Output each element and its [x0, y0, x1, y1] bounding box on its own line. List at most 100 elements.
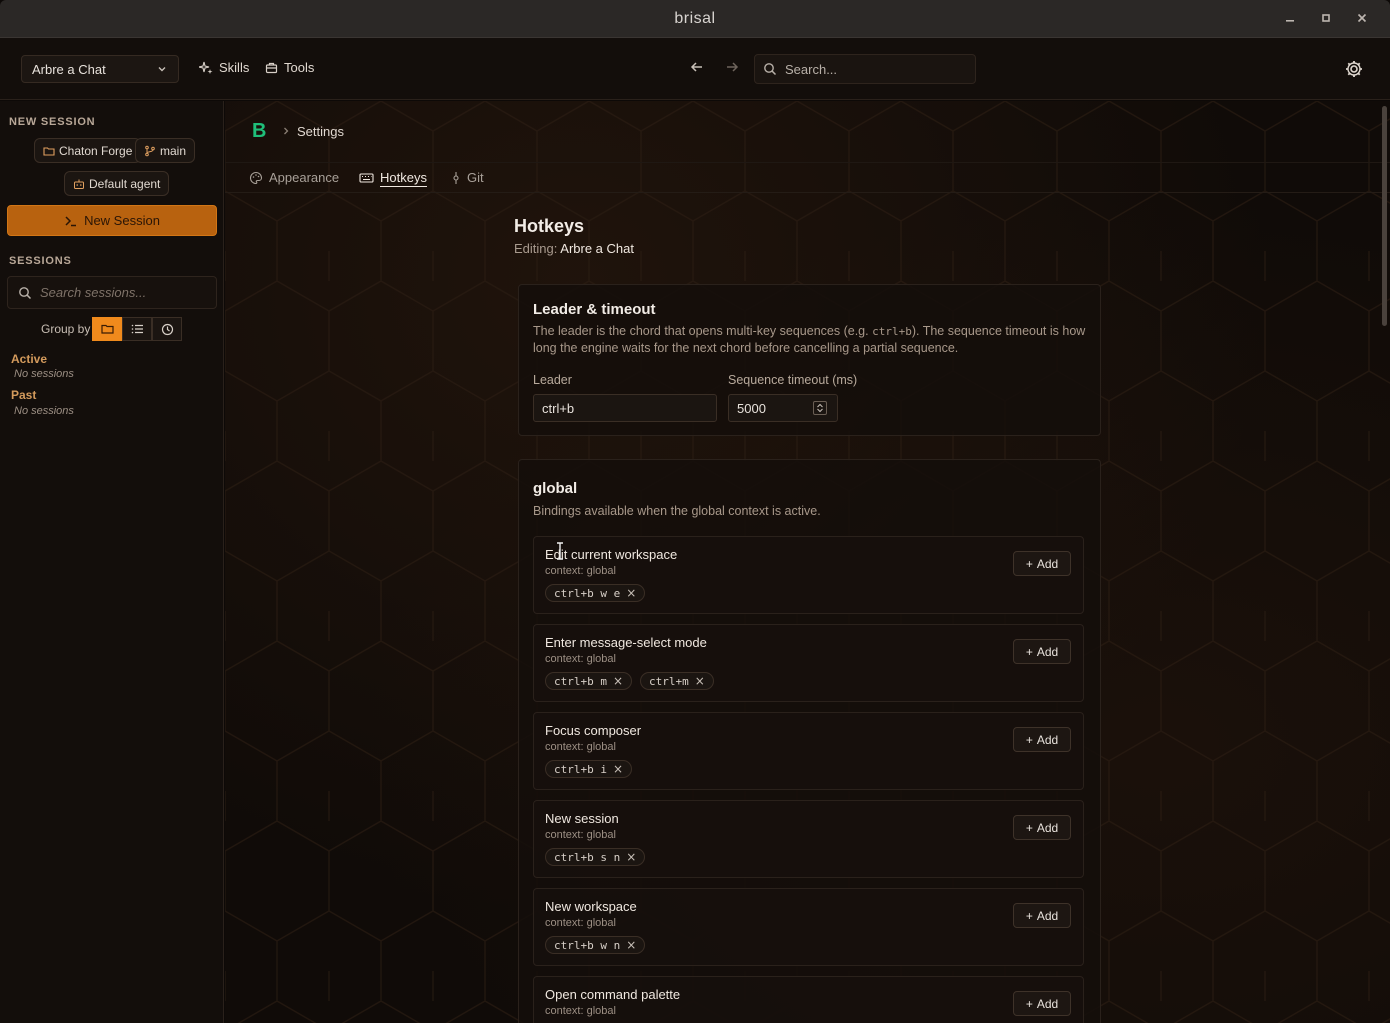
tools-label: Tools — [284, 60, 315, 75]
agent-chip-label: Default agent — [89, 176, 161, 191]
leader-label: Leader — [533, 373, 572, 387]
add-binding-button[interactable]: + Add — [1013, 727, 1071, 752]
global-search-input[interactable]: Search... — [754, 54, 976, 84]
binding-context: context: global — [545, 653, 616, 665]
add-binding-button[interactable]: + Add — [1013, 551, 1071, 576]
tools-link[interactable]: Tools — [265, 60, 314, 75]
add-binding-label: Add — [1036, 732, 1059, 747]
binding-item: New workspace context: global ctrl+b w n… — [533, 888, 1084, 966]
add-binding-label: Add — [1036, 996, 1059, 1011]
global-search-placeholder: Search... — [785, 61, 838, 77]
binding-context: context: global — [545, 741, 616, 753]
group-active-title: Active — [11, 352, 48, 366]
workspace-select-value: Arbre a Chat — [32, 61, 106, 77]
minimize-icon[interactable] — [1272, 11, 1308, 27]
folder-icon — [43, 146, 55, 156]
key-chip: ctrl+b w e × — [545, 584, 646, 602]
app-toolbar: Arbre a Chat Skills Tools Search... — [0, 38, 1390, 100]
add-binding-button[interactable]: + Add — [1013, 639, 1071, 664]
add-binding-label: Add — [1036, 820, 1059, 835]
add-binding-button[interactable]: + Add — [1013, 815, 1071, 840]
binding-context: context: global — [545, 1005, 616, 1017]
binding-context: context: global — [545, 829, 616, 841]
add-binding-button[interactable]: + Add — [1013, 991, 1071, 1016]
remove-key-icon[interactable]: × — [626, 586, 636, 600]
key-chip: ctrl+m × — [640, 672, 714, 690]
main-scrollbar[interactable] — [1382, 106, 1387, 326]
group-by-list-button[interactable] — [122, 317, 152, 341]
binding-keys: ctrl+b m × ctrl+m × — [545, 672, 714, 690]
list-icon — [131, 324, 143, 334]
gear-icon[interactable] — [1344, 59, 1364, 84]
binding-item: Focus composer context: global ctrl+b i ×… — [533, 712, 1084, 790]
key-chip: ctrl+b w n × — [545, 936, 646, 954]
number-stepper-icon[interactable] — [813, 401, 827, 415]
timeout-input-value: 5000 — [737, 400, 766, 416]
tab-appearance[interactable]: Appearance — [249, 170, 339, 185]
binding-keys: ctrl+b i × — [545, 760, 633, 778]
tab-hotkeys[interactable]: Hotkeys — [359, 170, 427, 185]
remove-key-icon[interactable]: × — [613, 762, 623, 776]
add-binding-label: Add — [1036, 556, 1059, 571]
key-chip-label: ctrl+b w e — [554, 586, 621, 600]
search-sessions-input[interactable]: Search sessions... — [7, 276, 217, 309]
tab-git-label: Git — [467, 170, 484, 185]
key-chip-label: ctrl+b m — [554, 674, 607, 688]
remove-key-icon[interactable]: × — [626, 938, 636, 952]
leader-input[interactable]: ctrl+b — [533, 394, 717, 422]
global-description: Bindings available when the global conte… — [533, 504, 821, 518]
timeout-input[interactable]: 5000 — [728, 394, 838, 422]
project-chip[interactable]: Chaton Forge — [34, 138, 142, 163]
plus-icon: + — [1025, 644, 1033, 659]
search-icon — [19, 286, 32, 299]
maximize-icon[interactable] — [1308, 11, 1344, 27]
leader-desc-code: ctrl+b — [872, 325, 912, 338]
text-cursor-icon — [555, 542, 565, 565]
key-chip: ctrl+b s n × — [545, 848, 646, 866]
agent-chip[interactable]: Default agent — [64, 171, 170, 196]
group-active-empty: No sessions — [14, 368, 74, 380]
plus-icon: + — [1025, 820, 1033, 835]
project-chip-label: Chaton Forge — [59, 143, 133, 158]
editing-info: Editing: Arbre a Chat — [514, 241, 634, 256]
skills-link[interactable]: Skills — [199, 60, 249, 75]
folder-icon — [100, 324, 114, 334]
remove-key-icon[interactable]: × — [626, 850, 636, 864]
group-by-folder-button[interactable] — [92, 317, 122, 341]
key-chip: ctrl+b i × — [545, 760, 633, 778]
add-binding-button[interactable]: + Add — [1013, 903, 1071, 928]
git-branch-icon — [145, 145, 155, 156]
workspace-select[interactable]: Arbre a Chat — [21, 55, 179, 83]
forward-arrow-icon[interactable] — [725, 60, 739, 78]
search-sessions-placeholder: Search sessions... — [40, 285, 147, 300]
remove-key-icon[interactable]: × — [613, 674, 623, 688]
branch-chip-label: main — [160, 143, 187, 158]
new-session-button[interactable]: New Session — [7, 205, 217, 236]
bot-icon — [74, 179, 84, 189]
key-chip-label: ctrl+b i — [554, 762, 607, 776]
git-commit-icon — [453, 171, 459, 184]
binding-keys: ctrl+b w e × — [545, 584, 646, 602]
palette-icon — [250, 171, 263, 184]
back-arrow-icon[interactable] — [690, 60, 704, 78]
editing-label: Editing: — [514, 241, 558, 256]
settings-tabs: Appearance Hotkeys Git — [225, 164, 1390, 193]
add-binding-label: Add — [1036, 908, 1059, 923]
group-by-time-button[interactable] — [152, 317, 182, 341]
binding-title: Enter message-select mode — [545, 635, 707, 650]
group-by-label: Group by — [41, 322, 91, 336]
sessions-heading: SESSIONS — [9, 255, 72, 267]
app-logo[interactable]: B — [252, 120, 266, 143]
breadcrumb: B Settings — [225, 101, 1390, 163]
group-past-title: Past — [11, 388, 37, 402]
toolbox-icon — [265, 62, 278, 74]
close-icon[interactable] — [1344, 11, 1380, 27]
remove-key-icon[interactable]: × — [695, 674, 705, 688]
branch-chip[interactable]: main — [135, 138, 196, 163]
chevron-right-icon — [281, 124, 291, 139]
settings-main: B Settings Appearance Hotkeys Git Hotkey… — [225, 101, 1390, 1023]
sidebar: NEW SESSION Chaton Forge main Default ag… — [0, 101, 224, 1023]
tab-git[interactable]: Git — [451, 170, 484, 185]
skills-label: Skills — [219, 60, 250, 75]
terminal-prompt-icon — [65, 215, 77, 226]
